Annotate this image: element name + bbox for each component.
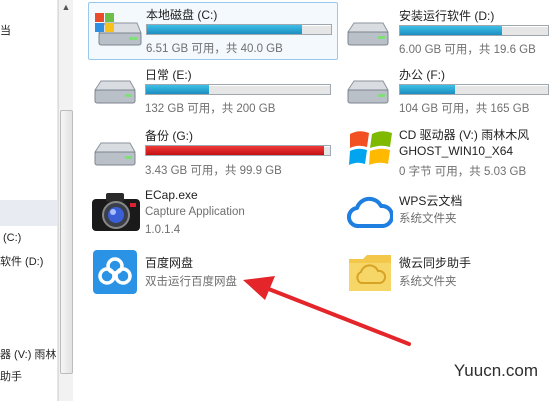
nav-item-drive-d[interactable]: 软件 (D:) xyxy=(0,253,43,269)
scrollbar-thumb[interactable] xyxy=(60,110,73,374)
hard-drive-icon xyxy=(94,142,136,166)
navigation-pane: 当 (C:) 软件 (D:) 器 (V:) 雨林 助手 xyxy=(0,0,58,401)
watermark-text: Yuucn.com xyxy=(453,361,538,380)
cloud-icon xyxy=(347,196,393,229)
app-name: ECap.exe xyxy=(145,188,198,202)
cd-drive-name: CD 驱动器 (V:) 雨林木风 xyxy=(399,128,530,142)
hard-drive-icon xyxy=(94,80,136,104)
nav-item-drive-v[interactable]: 器 (V:) 雨林 xyxy=(0,346,56,362)
drive-c-tile[interactable]: 本地磁盘 (C:) 6.51 GB 可用，共 40.0 GB xyxy=(88,2,338,60)
drive-usage-bar xyxy=(145,145,331,156)
computer-content-area: 本地磁盘 (C:) 6.51 GB 可用，共 40.0 GB 安装运行软件 (D… xyxy=(73,0,550,401)
hard-drive-icon xyxy=(347,22,389,46)
scroll-up-arrow-icon[interactable]: ▲ xyxy=(60,0,72,14)
hard-drive-icon xyxy=(347,80,389,104)
drive-usage-bar xyxy=(399,25,549,36)
cd-drive-v-tile[interactable]: CD 驱动器 (V:) 雨林木风 GHOST_WIN10_X64 0 字节 可用… xyxy=(343,122,550,180)
cd-drive-label: GHOST_WIN10_X64 xyxy=(399,144,514,158)
nav-selected-band xyxy=(0,200,57,226)
folder-type: 系统文件夹 xyxy=(399,213,457,225)
app-version: 1.0.1.4 xyxy=(145,224,181,236)
drive-name: 安装运行软件 (D:) xyxy=(399,9,495,23)
drive-name: 办公 (F:) xyxy=(399,68,445,82)
drive-d-tile[interactable]: 安装运行软件 (D:) 6.00 GB 可用，共 19.6 GB xyxy=(343,2,550,58)
nav-scrollbar[interactable]: ▲ xyxy=(58,0,74,401)
nav-item-partial[interactable]: 当 xyxy=(0,22,11,38)
app-name: 百度网盘 xyxy=(145,256,194,270)
hard-drive-windows-icon xyxy=(95,13,142,46)
drive-f-tile[interactable]: 办公 (F:) 104 GB 可用，共 165 GB xyxy=(343,62,550,118)
red-arrow-annotation xyxy=(243,276,411,346)
cd-drive-usage: 0 字节 可用，共 5.03 GB xyxy=(399,166,527,178)
drive-usage-bar xyxy=(146,24,332,35)
drive-usage-text: 6.00 GB 可用，共 19.6 GB xyxy=(399,44,536,56)
drive-e-tile[interactable]: 日常 (E:) 132 GB 可用，共 200 GB xyxy=(88,62,338,118)
folder-name: WPS云文档 xyxy=(399,194,463,208)
drive-usage-text: 6.51 GB 可用，共 40.0 GB xyxy=(146,43,283,55)
drive-usage-bar xyxy=(399,84,549,95)
drive-usage-bar xyxy=(145,84,331,95)
baidu-netdisk-icon xyxy=(93,250,137,294)
drive-name: 日常 (E:) xyxy=(145,68,192,82)
nav-item-drive-c[interactable]: (C:) xyxy=(3,232,21,244)
app-description: Capture Application xyxy=(145,206,245,218)
camera-icon xyxy=(92,193,140,231)
ecap-app-tile[interactable]: ECap.exe Capture Application 1.0.1.4 xyxy=(88,184,338,242)
drive-usage-text: 104 GB 可用，共 165 GB xyxy=(399,103,530,115)
drive-usage-text: 3.43 GB 可用，共 99.9 GB xyxy=(145,165,282,177)
windows-logo-icon xyxy=(349,131,392,165)
drive-usage-text: 132 GB 可用，共 200 GB xyxy=(145,103,276,115)
drive-name: 备份 (G:) xyxy=(145,129,193,143)
drive-g-tile[interactable]: 备份 (G:) 3.43 GB 可用，共 99.9 GB xyxy=(88,122,338,178)
drive-name: 本地磁盘 (C:) xyxy=(146,8,218,22)
nav-item-assistant[interactable]: 助手 xyxy=(0,368,22,384)
wps-cloud-tile[interactable]: WPS云文档 系统文件夹 xyxy=(343,184,550,242)
